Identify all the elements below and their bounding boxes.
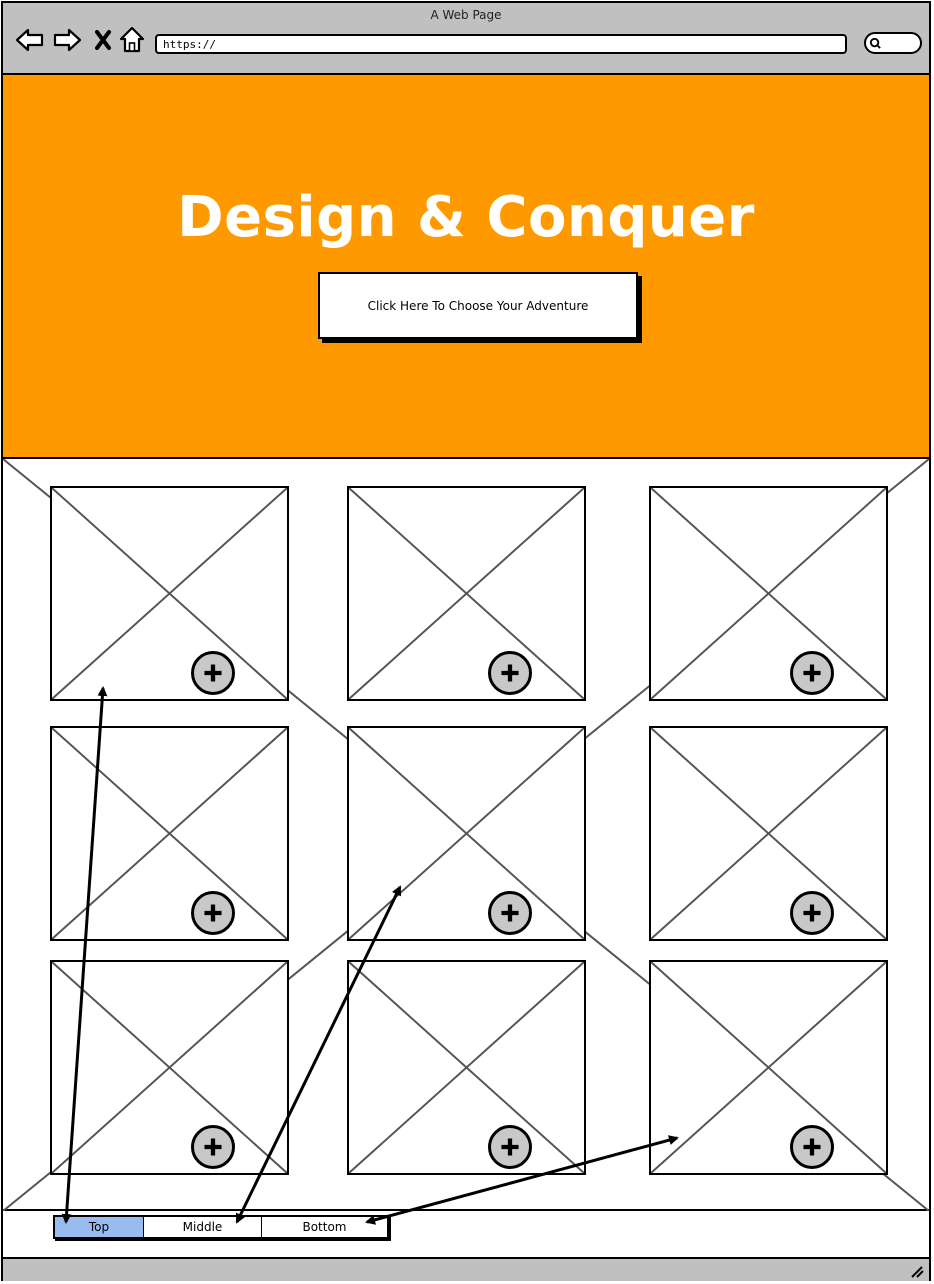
home-icon[interactable]: [117, 25, 147, 55]
add-button[interactable]: [191, 651, 235, 695]
plus-icon: [204, 664, 222, 682]
resize-grip-icon[interactable]: [909, 1263, 925, 1279]
image-placeholder-icon: [52, 962, 287, 1173]
image-placeholder-icon: [52, 488, 287, 699]
close-icon[interactable]: [89, 25, 119, 55]
image-placeholder-icon: [651, 488, 886, 699]
gallery-tile[interactable]: [50, 960, 289, 1175]
image-placeholder-icon: [349, 488, 584, 699]
tab-top[interactable]: Top: [55, 1217, 144, 1237]
add-button[interactable]: [488, 891, 532, 935]
plus-icon: [803, 1138, 821, 1156]
choose-adventure-button[interactable]: Click Here To Choose Your Adventure: [318, 272, 638, 339]
image-placeholder-icon: [651, 728, 886, 939]
section-tab-bar: Top Middle Bottom: [53, 1215, 389, 1239]
add-button[interactable]: [488, 651, 532, 695]
back-icon[interactable]: [15, 25, 45, 55]
browser-window: A Web Page https:// Design & Conquer Cli…: [1, 1, 931, 1281]
add-button[interactable]: [191, 891, 235, 935]
image-placeholder-icon: [349, 962, 584, 1173]
tab-bottom[interactable]: Bottom: [262, 1217, 387, 1237]
search-icon: [869, 37, 881, 49]
browser-titlebar: A Web Page https://: [3, 3, 929, 75]
choose-adventure-label: Click Here To Choose Your Adventure: [367, 298, 589, 313]
gallery-tile[interactable]: [649, 486, 888, 701]
add-button[interactable]: [790, 651, 834, 695]
forward-icon[interactable]: [52, 25, 82, 55]
address-bar[interactable]: https://: [155, 34, 847, 54]
gallery-tile[interactable]: [50, 486, 289, 701]
tab-middle[interactable]: Middle: [144, 1217, 262, 1237]
plus-icon: [204, 1138, 222, 1156]
gallery-tile[interactable]: [347, 726, 586, 941]
plus-icon: [803, 664, 821, 682]
search-box[interactable]: [864, 32, 922, 54]
image-placeholder-icon: [349, 728, 584, 939]
add-button[interactable]: [790, 1125, 834, 1169]
gallery-tile[interactable]: [347, 960, 586, 1175]
browser-statusbar: [3, 1257, 929, 1281]
add-button[interactable]: [790, 891, 834, 935]
gallery-tile[interactable]: [649, 726, 888, 941]
plus-icon: [501, 904, 519, 922]
image-placeholder-icon: [52, 728, 287, 939]
window-title: A Web Page: [430, 8, 502, 22]
gallery-tile[interactable]: [50, 726, 289, 941]
add-button[interactable]: [488, 1125, 532, 1169]
hero-banner: Design & Conquer Click Here To Choose Yo…: [3, 75, 929, 459]
plus-icon: [501, 1138, 519, 1156]
gallery-tile[interactable]: [649, 960, 888, 1175]
gallery-tile[interactable]: [347, 486, 586, 701]
plus-icon: [803, 904, 821, 922]
hero-title: Design & Conquer: [177, 185, 755, 250]
image-placeholder-icon: [651, 962, 886, 1173]
plus-icon: [501, 664, 519, 682]
plus-icon: [204, 904, 222, 922]
add-button[interactable]: [191, 1125, 235, 1169]
